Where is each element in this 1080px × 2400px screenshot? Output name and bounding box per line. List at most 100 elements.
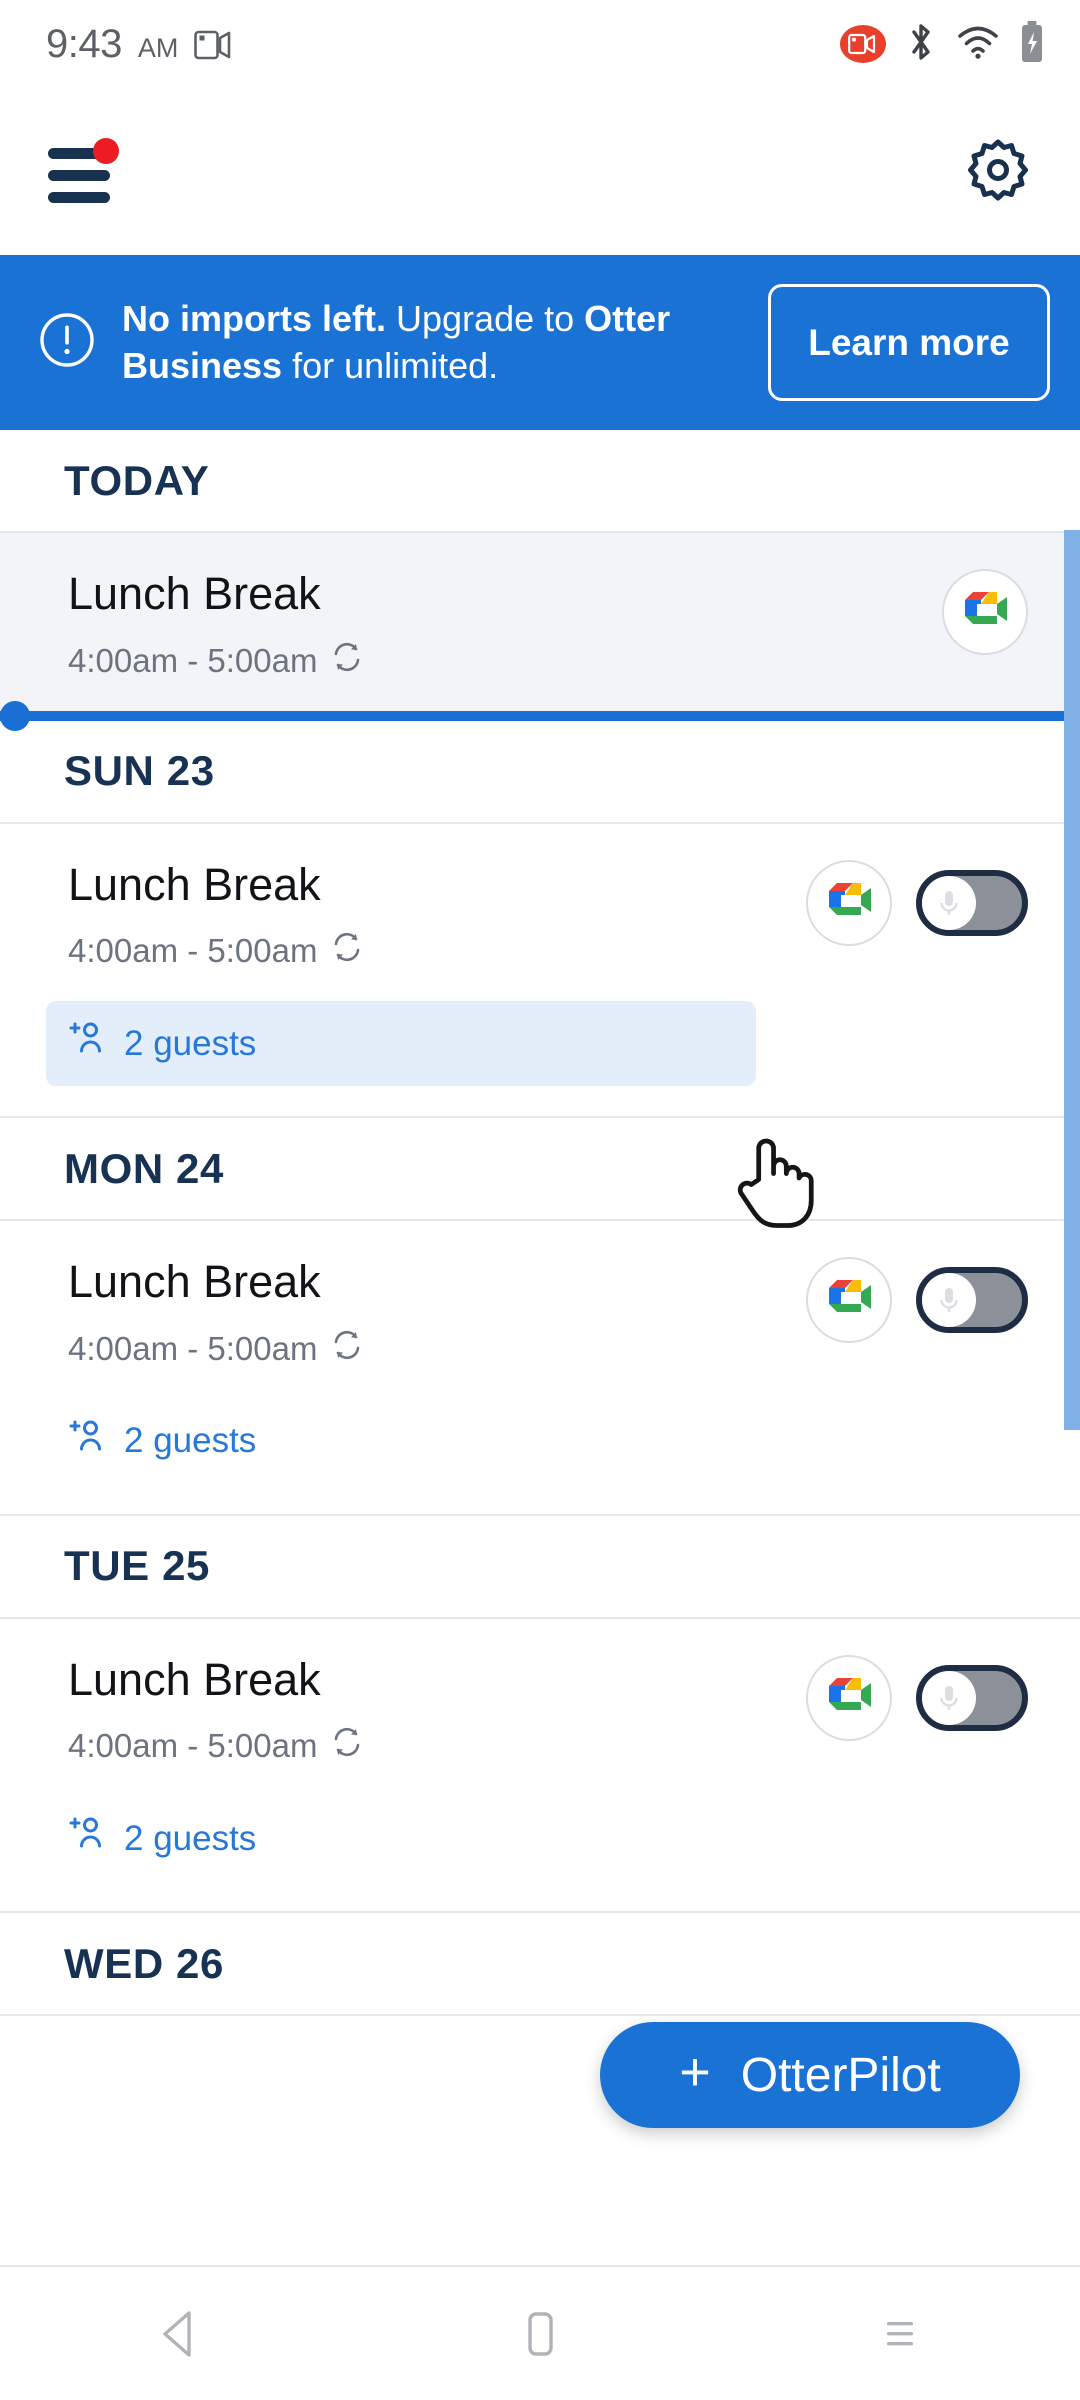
day-header-today: TODAY xyxy=(0,430,1080,533)
google-meet-icon[interactable] xyxy=(806,1257,892,1343)
event-title: Lunch Break xyxy=(68,568,321,619)
google-meet-icon[interactable] xyxy=(942,569,1028,655)
event-main-row: Lunch Break 4:00am - 5:00am xyxy=(0,1653,1080,1767)
banner-bold-1: No imports left. xyxy=(122,298,387,340)
event-time-text: 4:00am - 5:00am xyxy=(68,1329,318,1367)
event-time-text: 4:00am - 5:00am xyxy=(68,1727,318,1764)
alert-circle-icon xyxy=(38,311,96,374)
toggle-knob xyxy=(922,1670,976,1725)
toggle-knob xyxy=(922,1273,976,1327)
event-main-row: Lunch Break 4:00am - 5:00am xyxy=(0,569,1080,681)
current-time-dot xyxy=(0,700,30,731)
back-triangle-icon[interactable] xyxy=(115,2284,245,2384)
status-bar-right xyxy=(840,20,1046,69)
notification-dot xyxy=(93,138,119,164)
event-title: Lunch Break xyxy=(68,1256,321,1307)
android-navigation-bar xyxy=(0,2265,1080,2400)
battery-charging-icon xyxy=(1018,20,1046,69)
banner-bold-2: Otter xyxy=(584,298,671,340)
day-label: TODAY xyxy=(64,456,210,504)
event-card-tue-25[interactable]: Lunch Break 4:00am - 5:00am 2 guests xyxy=(0,1618,1080,1913)
event-actions xyxy=(806,1654,1080,1741)
event-info: Lunch Break 4:00am - 5:00am xyxy=(0,1653,806,1767)
status-bar-clock: 9:43 xyxy=(46,21,122,66)
microphone-icon xyxy=(940,1288,958,1312)
microphone-icon xyxy=(940,1685,958,1710)
event-actions xyxy=(942,569,1080,655)
status-bar-left: 9:43 AM xyxy=(46,22,234,67)
bluetooth-icon xyxy=(904,21,938,68)
upgrade-banner: No imports left. Upgrade to Otter Busine… xyxy=(0,255,1080,430)
plus-icon: + xyxy=(679,2042,711,2102)
event-info: Lunch Break 4:00am - 5:00am xyxy=(0,858,806,972)
event-card-mon-24[interactable]: Lunch Break 4:00am - 5:00am 2 guests xyxy=(0,1221,1080,1516)
event-time-row: 4:00am - 5:00am xyxy=(68,931,806,971)
gear-icon[interactable] xyxy=(964,136,1032,204)
event-actions xyxy=(806,1257,1080,1343)
add-person-icon xyxy=(68,1019,108,1068)
event-time-text: 4:00am - 5:00am xyxy=(68,641,318,679)
current-time-indicator xyxy=(0,700,1080,731)
event-time-text: 4:00am - 5:00am xyxy=(68,932,318,969)
status-bar-ampm: AM xyxy=(137,32,179,63)
day-label: TUE 25 xyxy=(64,1542,210,1589)
day-header-sun-23: SUN 23 xyxy=(0,720,1080,824)
vertical-scrollbar[interactable] xyxy=(1064,530,1080,1430)
recurring-refresh-icon xyxy=(331,641,363,681)
otterpilot-fab-button[interactable]: + OtterPilot xyxy=(600,2022,1020,2128)
hamburger-bar-3 xyxy=(48,192,110,203)
app-top-bar xyxy=(0,88,1080,255)
event-time-row: 4:00am - 5:00am xyxy=(68,1329,806,1369)
screen-record-icon xyxy=(194,28,234,67)
guests-count-label: 2 guests xyxy=(124,1023,257,1063)
guests-count-label: 2 guests xyxy=(124,1818,257,1858)
microphone-icon xyxy=(940,890,958,915)
event-time-row: 4:00am - 5:00am xyxy=(68,1726,806,1766)
banner-normal-3: for unlimited. xyxy=(282,344,499,386)
guests-count-label: 2 guests xyxy=(124,1421,257,1460)
day-label: SUN 23 xyxy=(64,747,215,794)
recurring-refresh-icon xyxy=(331,931,363,971)
home-square-icon[interactable] xyxy=(475,2284,605,2384)
system-status-bar: 9:43 AM xyxy=(0,0,1080,88)
toggle-knob xyxy=(922,875,976,930)
add-person-icon xyxy=(68,1417,108,1466)
event-info: Lunch Break 4:00am - 5:00am xyxy=(0,1257,806,1369)
banner-normal-1: Upgrade to xyxy=(386,298,585,340)
banner-bold-3: Business xyxy=(122,344,283,386)
learn-more-button[interactable]: Learn more xyxy=(768,284,1050,401)
otterpilot-record-toggle[interactable] xyxy=(916,1267,1028,1333)
event-main-row: Lunch Break 4:00am - 5:00am xyxy=(0,858,1080,972)
banner-message: No imports left. Upgrade to Otter Busine… xyxy=(122,296,768,388)
wifi-icon xyxy=(956,22,1000,67)
recurring-refresh-icon xyxy=(331,1329,363,1369)
add-person-icon xyxy=(68,1814,108,1863)
meetings-list[interactable]: TODAY Lunch Break 4:00am - 5:00am SUN 23… xyxy=(0,430,1080,2250)
recents-lines-icon[interactable] xyxy=(835,2284,965,2384)
recurring-refresh-icon xyxy=(331,1726,363,1766)
day-label: MON 24 xyxy=(64,1144,224,1192)
app-root: 9:43 AM No imports left. Upgrade to Otte… xyxy=(0,0,1080,2400)
event-time-row: 4:00am - 5:00am xyxy=(68,641,942,681)
event-title: Lunch Break xyxy=(68,1653,321,1705)
google-meet-icon[interactable] xyxy=(806,859,892,946)
otterpilot-record-toggle[interactable] xyxy=(916,869,1028,936)
event-card-sun-23[interactable]: Lunch Break 4:00am - 5:00am 2 guests xyxy=(0,823,1080,1118)
recording-badge-icon xyxy=(840,25,886,63)
otterpilot-fab-label: OtterPilot xyxy=(740,2048,941,2102)
event-card-today[interactable]: Lunch Break 4:00am - 5:00am xyxy=(0,533,1080,711)
otterpilot-record-toggle[interactable] xyxy=(916,1664,1028,1731)
event-main-row: Lunch Break 4:00am - 5:00am xyxy=(0,1257,1080,1369)
guests-row[interactable]: 2 guests xyxy=(46,1399,282,1484)
event-info: Lunch Break 4:00am - 5:00am xyxy=(0,569,942,681)
event-actions xyxy=(806,859,1080,946)
google-meet-icon[interactable] xyxy=(806,1654,892,1741)
hamburger-menu-icon[interactable] xyxy=(48,138,120,203)
guests-row[interactable]: 2 guests xyxy=(46,1796,282,1881)
hamburger-bar-2 xyxy=(48,170,110,181)
day-header-mon-24: MON 24 xyxy=(0,1118,1080,1221)
event-title: Lunch Break xyxy=(68,858,321,910)
day-label: WED 26 xyxy=(64,1939,224,1987)
guests-row[interactable]: 2 guests xyxy=(46,1001,757,1086)
day-header-tue-25: TUE 25 xyxy=(0,1515,1080,1619)
